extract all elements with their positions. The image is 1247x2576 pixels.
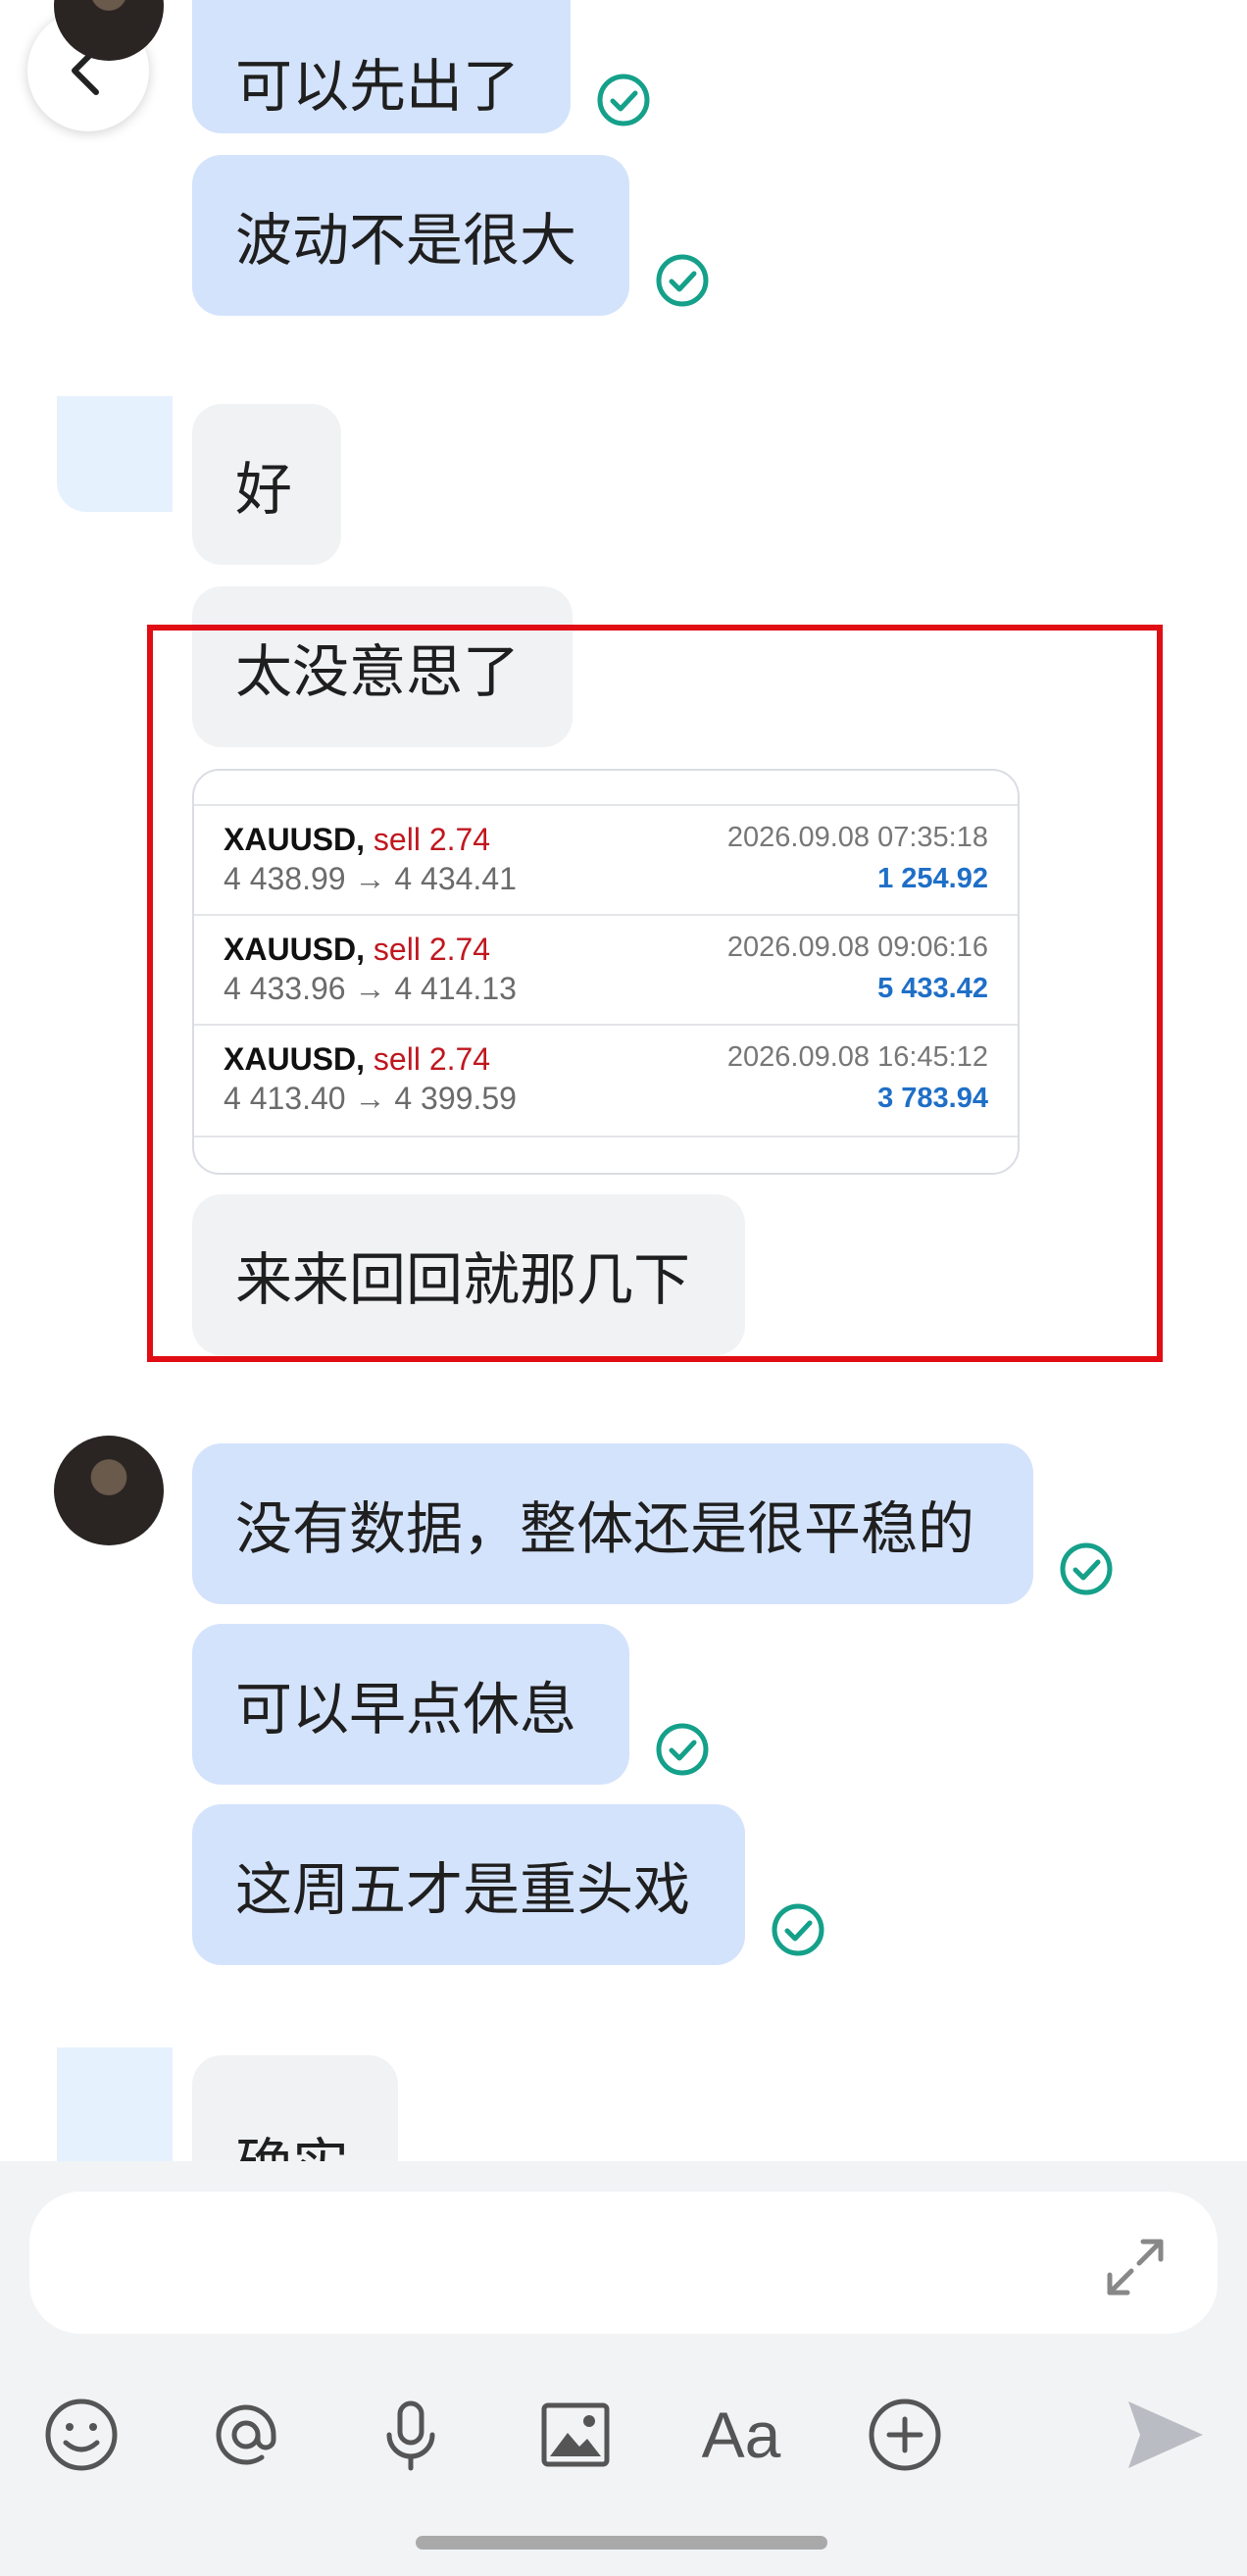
avatar[interactable] [57, 396, 173, 512]
read-check-icon [772, 1903, 824, 1956]
message-text: 波动不是很大 [235, 207, 577, 274]
message-input[interactable] [29, 2192, 1218, 2334]
microphone-icon[interactable] [369, 2393, 453, 2477]
mention-icon[interactable] [204, 2393, 288, 2477]
message-text: 可以早点休息 [235, 1676, 577, 1743]
message-bubble[interactable]: 好 [192, 404, 341, 565]
add-icon[interactable] [863, 2393, 947, 2477]
read-check-icon [656, 1723, 709, 1776]
avatar[interactable] [54, 1436, 164, 1545]
message-bubble[interactable]: 可以先出了 [192, 0, 571, 133]
text-format-icon[interactable]: Aa [694, 2393, 788, 2477]
message-bubble[interactable]: 没有数据，整体还是很平稳的 [192, 1443, 1033, 1604]
home-indicator [416, 2536, 827, 2550]
message-text: 好 [235, 456, 293, 523]
expand-icon[interactable] [1096, 2228, 1174, 2306]
message-text: 没有数据，整体还是很平稳的 [235, 1495, 975, 1562]
message-bubble[interactable]: 这周五才是重头戏 [192, 1804, 745, 1965]
read-check-icon [1060, 1542, 1113, 1595]
message-bubble[interactable]: 可以早点休息 [192, 1624, 629, 1785]
avatar[interactable] [57, 2047, 173, 2161]
send-icon[interactable] [1118, 2393, 1212, 2477]
read-check-icon [656, 254, 709, 307]
image-icon[interactable] [533, 2393, 618, 2477]
message-text: 这周五才是重头戏 [235, 1856, 691, 1923]
read-check-icon [597, 74, 650, 126]
message-text: 可以先出了 [235, 53, 521, 120]
message-bubble[interactable]: 波动不是很大 [192, 155, 629, 316]
highlight-box [147, 625, 1163, 1362]
text-format-label: Aa [701, 2399, 781, 2471]
emoji-icon[interactable] [39, 2393, 124, 2477]
